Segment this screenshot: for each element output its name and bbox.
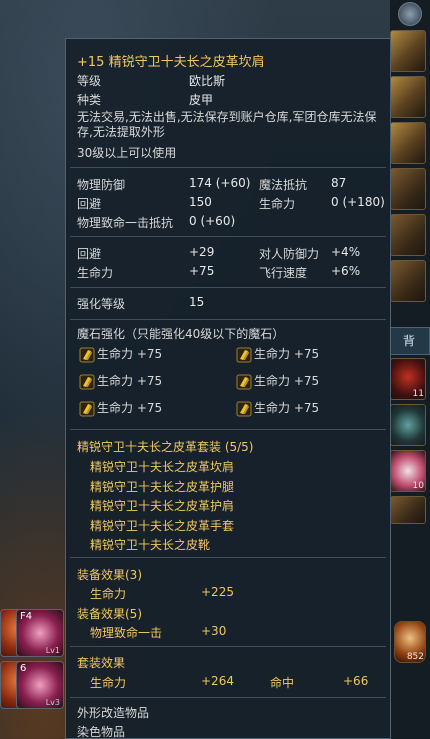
stat-label: 回避: [77, 197, 102, 211]
set-piece: 精锐守卫十夫长之皮革坎肩: [90, 460, 235, 474]
stack-count: 10: [412, 481, 424, 491]
effect5-title: 装备效果(5): [77, 607, 142, 621]
hotkey-slot-6[interactable]: 6 Lv3: [16, 661, 64, 709]
item-tooltip: +15 精锐守卫十夫长之皮革坎肩 等级 欧比斯 种类 皮甲 无法交易,无法出售,…: [65, 38, 391, 739]
manastone-stat: 生命力 +75: [254, 374, 320, 388]
stack-count: 11: [412, 389, 424, 399]
bag-slot-orb[interactable]: [390, 404, 426, 446]
bag-tab[interactable]: 背: [388, 327, 430, 355]
bonus-value: +29: [189, 245, 215, 259]
appearance-text: 外形改造物品: [77, 706, 150, 720]
equip-slot-helmet[interactable]: [390, 30, 426, 72]
manastone-header: 魔石强化（只能强化40级以下的魔石）: [77, 327, 285, 341]
hotkey-label: 6: [20, 663, 27, 674]
effect3-value: +225: [201, 585, 234, 599]
set-effect-title: 套装效果: [77, 656, 126, 670]
set-piece: 精锐守卫十夫长之皮靴: [90, 538, 211, 552]
set-effect-label1: 生命力: [90, 676, 127, 690]
set-title: 精锐守卫十夫长之皮革套装 (5/5): [77, 440, 254, 454]
equip-slot-chest[interactable]: [390, 122, 426, 164]
bag-slot-item[interactable]: 11: [390, 358, 426, 400]
enhance-prefix: +15: [77, 55, 105, 70]
stat-label: 物理防御: [77, 178, 126, 192]
item-title: +15 精锐守卫十夫长之皮革坎肩: [77, 51, 265, 70]
skill-level: Lv3: [45, 698, 60, 707]
hotkey-slot-f4[interactable]: F4 Lv1: [16, 609, 64, 657]
manastone-icon: [236, 401, 252, 416]
menu-orb-button[interactable]: [398, 2, 422, 26]
manastone-icon: [236, 374, 252, 389]
manastone-icon: [79, 401, 95, 416]
set-effect-label2: 命中: [270, 676, 295, 690]
manastone-stat: 生命力 +75: [97, 401, 163, 415]
equip-slot-belt[interactable]: [390, 214, 426, 256]
bonus-label: 回避: [77, 247, 102, 261]
stat-label: 物理致命一击抵抗: [77, 216, 174, 230]
stat-label: 生命力: [259, 197, 296, 211]
divider: [70, 287, 386, 288]
stat-value: 87: [331, 176, 347, 190]
stat-label: 魔法抵抗: [259, 178, 308, 192]
bonus-value: +4%: [331, 245, 361, 259]
potion-slot[interactable]: 852: [394, 621, 426, 663]
bag-slot-cake[interactable]: 10: [390, 450, 426, 492]
skill-level: Lv1: [45, 646, 60, 655]
manastone-slot: 生命力 +75: [236, 345, 319, 362]
manastone-stat: 生命力 +75: [97, 374, 163, 388]
manastone-slot: 生命力 +75: [79, 399, 162, 416]
stat-value: 174 (+60): [189, 176, 251, 190]
set-piece: 精锐守卫十夫长之皮革护腿: [90, 479, 235, 494]
bonus-label: 生命力: [77, 266, 114, 280]
divider: [70, 557, 386, 558]
item-restrictions: 无法交易,无法出售,无法保存到账户仓库,军团仓库无法保存,无法提取外形: [77, 110, 377, 139]
manastone-slot: 生命力 +75: [236, 399, 319, 416]
item-name: 精锐守卫十夫长之皮革坎肩: [108, 55, 265, 70]
divider: [70, 236, 386, 237]
enhance-label: 强化等级: [77, 297, 126, 311]
manastone-stat: 生命力 +75: [254, 347, 320, 361]
level-value: 欧比斯: [189, 74, 226, 88]
type-label: 种类: [77, 93, 102, 107]
stat-value: 150: [189, 195, 212, 209]
enhance-value: 15: [189, 295, 205, 309]
manastone-slot: 生命力 +75: [236, 372, 319, 389]
manastone-icon: [79, 374, 95, 389]
manastone-stat: 生命力 +75: [254, 401, 320, 415]
bonus-value: +6%: [331, 264, 361, 278]
equip-slot-boots[interactable]: [390, 260, 426, 302]
set-effect-value1: +264: [201, 674, 234, 688]
potion-count: 852: [406, 652, 424, 662]
stat-value: 0 (+180): [331, 195, 385, 209]
divider: [70, 646, 386, 647]
bonus-label: 对人防御力: [259, 247, 320, 261]
dye-text: 染色物品: [77, 725, 126, 739]
manastone-icon: [79, 347, 95, 362]
manastone-icon: [236, 347, 252, 362]
equip-slot-gloves[interactable]: [390, 168, 426, 210]
set-piece: 精锐守卫十夫长之皮革手套: [90, 518, 235, 533]
effect3-title: 装备效果(3): [77, 568, 142, 582]
bonus-label: 飞行速度: [259, 266, 308, 280]
hotkey-label: F4: [20, 611, 33, 622]
manastone-stat: 生命力 +75: [97, 347, 163, 361]
effect5-value: +30: [201, 624, 227, 638]
divider: [70, 429, 386, 430]
bonus-value: +75: [189, 264, 215, 278]
set-piece: 精锐守卫十夫长之皮革护肩: [90, 499, 235, 513]
effect3-label: 生命力: [90, 587, 127, 601]
equip-slot-shoulder[interactable]: [390, 76, 426, 118]
manastone-slot: 生命力 +75: [79, 345, 162, 362]
set-effect-value2: +66: [343, 674, 369, 688]
divider: [70, 319, 386, 320]
divider: [70, 697, 386, 698]
stat-value: 0 (+60): [189, 214, 236, 228]
bag-slot-box[interactable]: [390, 496, 426, 524]
effect5-label: 物理致命一击: [90, 626, 163, 640]
manastone-slot: 生命力 +75: [79, 372, 162, 389]
divider: [70, 167, 386, 168]
use-level: 30级以上可以使用: [77, 146, 177, 160]
type-value: 皮甲: [189, 93, 214, 107]
level-label: 等级: [77, 74, 102, 88]
